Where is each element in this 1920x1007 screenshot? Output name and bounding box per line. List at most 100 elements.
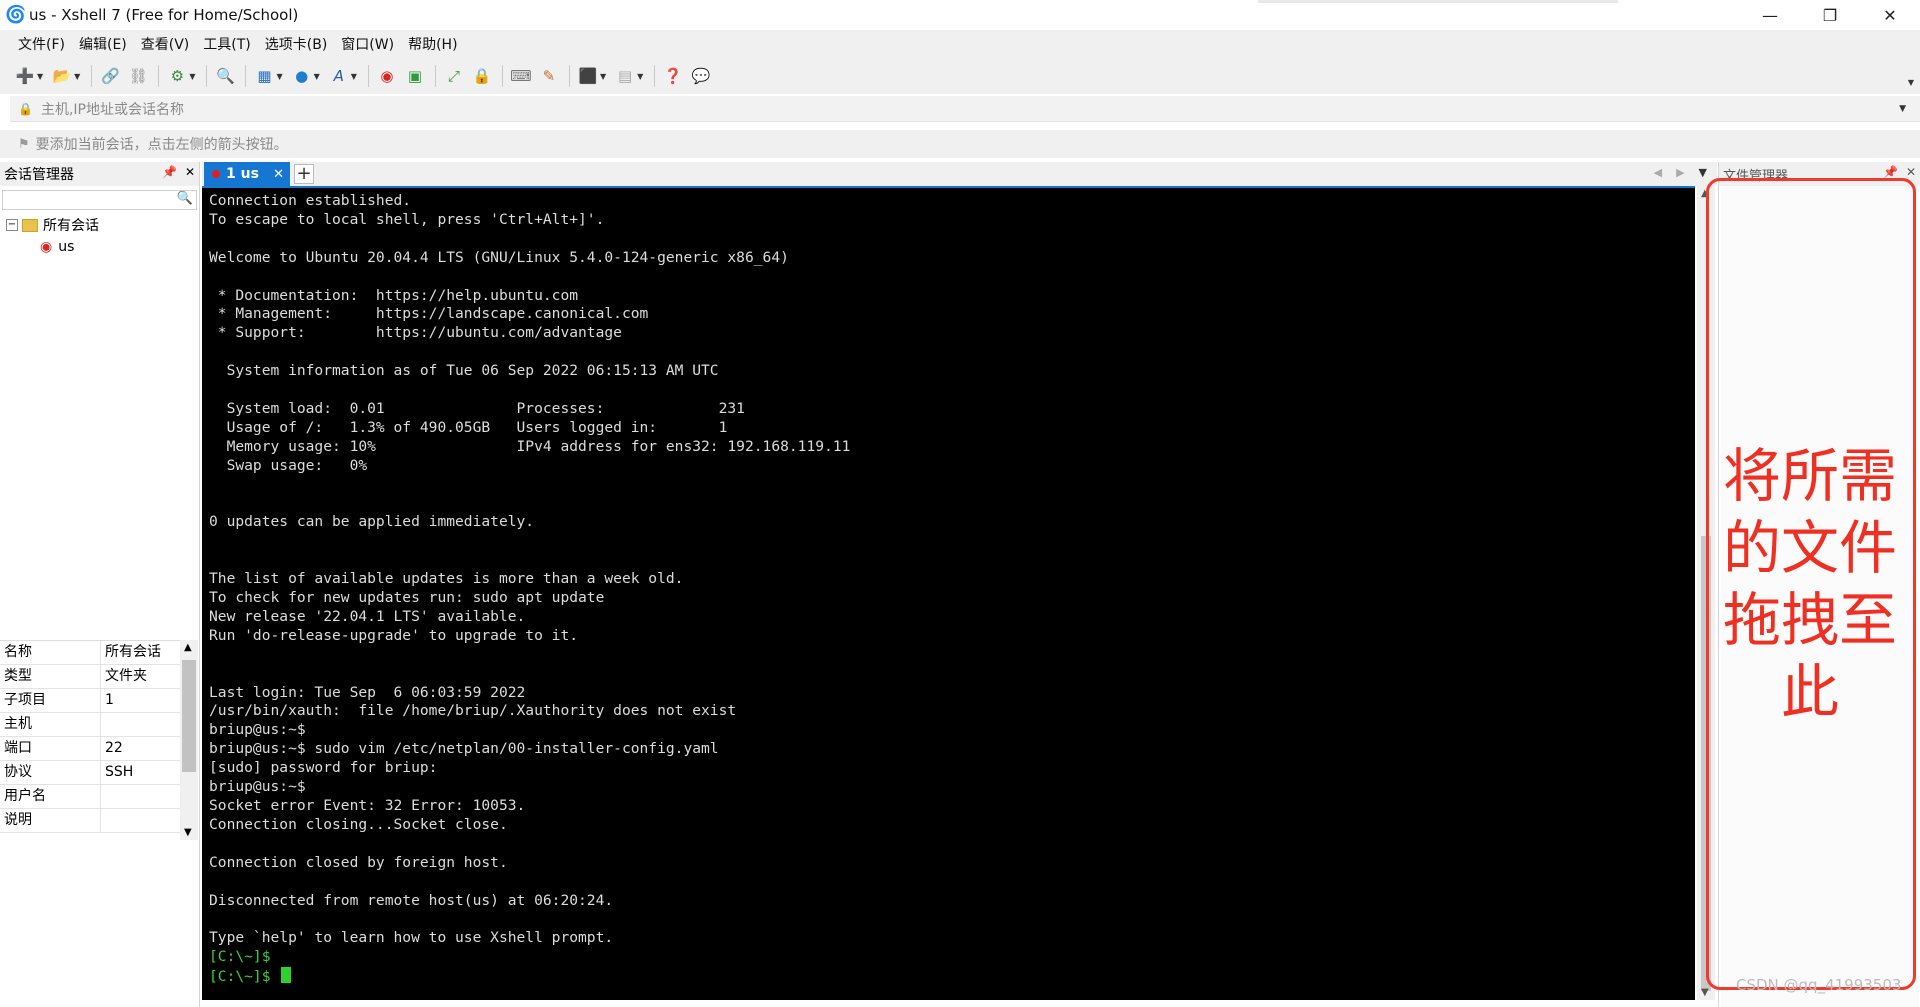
menu-edit[interactable]: 编辑(E) [79, 34, 127, 54]
menu-window[interactable]: 窗口(W) [341, 34, 394, 54]
session-search-input[interactable]: 🔍 [2, 190, 197, 210]
chevron-down-icon[interactable]: ▼ [637, 72, 643, 81]
highlight-icon[interactable]: ✎ [538, 65, 560, 87]
keyboard-icon[interactable]: ⌨ [510, 65, 532, 87]
terminal-line: * Documentation: https://help.ubuntu.com [209, 286, 579, 304]
window-controls: — ❐ ✕ [1740, 0, 1920, 30]
address-bar[interactable]: 🔒 主机,IP地址或会话名称 ▼ [10, 96, 1920, 122]
close-icon[interactable]: ✕ [185, 165, 195, 179]
terminal-line: System load: 0.01 Processes: 231 [209, 399, 745, 417]
pin-icon[interactable]: 📌 [162, 165, 177, 179]
property-key: 协议 [0, 761, 101, 784]
chevron-down-icon[interactable]: ▼ [351, 72, 357, 81]
xshell-app-icon[interactable]: 🌀 [5, 6, 26, 24]
search-icon[interactable]: 🔍 [177, 191, 193, 206]
properties-scrollbar[interactable]: ▲ ▼ [180, 640, 198, 840]
chevron-down-icon[interactable]: ▼ [189, 72, 195, 81]
terminal-prompt-line: [C:\~]$ [209, 967, 1695, 987]
chevron-down-icon[interactable]: ▼ [276, 72, 282, 81]
fullscreen-icon[interactable]: ⤢ [443, 65, 465, 87]
chevron-down-icon[interactable]: ▼ [1699, 166, 1707, 179]
xftp-icon[interactable]: ▣ [404, 65, 426, 87]
toolbar-separator [367, 65, 369, 87]
menu-help[interactable]: 帮助(H) [408, 34, 457, 54]
scroll-up-icon[interactable]: ▲ [184, 642, 192, 653]
close-icon[interactable]: ✕ [1860, 0, 1920, 30]
terminal-line: Connection closing...Socket close. [209, 815, 508, 833]
new-session-icon[interactable]: ➕ [14, 65, 36, 87]
close-icon[interactable]: ✕ [1906, 165, 1916, 179]
tree-item-all-sessions[interactable]: − 所有会话 [6, 214, 199, 236]
layout-icon[interactable]: ▤ [614, 65, 636, 87]
chat-icon[interactable]: 💬 [690, 65, 712, 87]
lock-icon[interactable]: 🔒 [471, 65, 493, 87]
chevron-down-icon[interactable]: ▼ [37, 72, 43, 81]
restore-icon[interactable]: ❐ [1800, 0, 1860, 30]
chevron-down-icon[interactable]: ▼ [1899, 104, 1906, 114]
find-icon[interactable]: 🔍 [214, 65, 236, 87]
add-icon[interactable]: ⬛ [577, 65, 599, 87]
chevron-down-icon[interactable]: ▼ [314, 72, 320, 81]
chevron-right-icon[interactable]: ▶ [1676, 166, 1684, 179]
bookmark-icon[interactable]: ⚑ [18, 137, 30, 152]
property-row[interactable]: 名称 所有会话 [0, 641, 198, 665]
terminal-line: To escape to local shell, press 'Ctrl+Al… [209, 210, 605, 228]
chevron-down-icon[interactable]: ▼ [600, 72, 606, 81]
terminal-line: [sudo] password for briup: [209, 759, 438, 777]
terminal[interactable]: Connection established. To escape to loca… [202, 186, 1695, 1000]
terminal-line: New release '22.04.1 LTS' available. [209, 607, 526, 625]
property-row[interactable]: 用户名 [0, 785, 198, 809]
tab-bar: 1 us ✕ + ◀ ▶ ▼ [202, 162, 1717, 186]
properties-icon[interactable]: ⚙ [166, 65, 188, 87]
property-row[interactable]: 协议 SSH [0, 761, 198, 785]
terminal-line: Welcome to Ubuntu 20.04.4 LTS (GNU/Linux… [209, 248, 789, 266]
toolbar-overflow-icon[interactable]: ▼ [1908, 78, 1914, 87]
lock-icon: 🔒 [18, 101, 33, 116]
globe-icon[interactable]: ● [291, 65, 313, 87]
menu-tools[interactable]: 工具(T) [203, 34, 250, 54]
terminal-line: Usage of /: 1.3% of 490.05GB Users logge… [209, 418, 728, 436]
link-icon[interactable]: 🔗 [99, 65, 121, 87]
xshell-icon[interactable]: ◉ [376, 65, 398, 87]
toolbar-separator [434, 65, 436, 87]
property-row[interactable]: 说明 [0, 809, 198, 833]
terminal-line: Swap usage: 0% [209, 456, 368, 474]
scroll-down-icon[interactable]: ▼ [184, 827, 192, 838]
pin-icon[interactable]: 📌 [1883, 165, 1898, 179]
close-icon[interactable]: ✕ [273, 167, 284, 182]
scroll-down-icon[interactable]: ▼ [1701, 987, 1709, 998]
help-icon[interactable]: ❓ [662, 65, 684, 87]
toolbar-separator [245, 65, 247, 87]
property-row[interactable]: 类型 文件夹 [0, 665, 198, 689]
property-row[interactable]: 子项目 1 [0, 689, 198, 713]
minimize-icon[interactable]: — [1740, 0, 1800, 30]
collapse-icon[interactable]: − [6, 219, 18, 231]
tree-item-us[interactable]: ◉ us [6, 236, 199, 258]
tab-us[interactable]: 1 us ✕ [204, 162, 290, 186]
add-tab-button[interactable]: + [294, 164, 314, 184]
chevron-left-icon[interactable]: ◀ [1654, 166, 1662, 179]
property-row[interactable]: 端口 22 [0, 737, 198, 761]
sftp-icon[interactable]: ▦ [253, 65, 275, 87]
properties-grid: 名称 所有会话 类型 文件夹 子项目 1 主机 端口 22 协议 SSH 用户名 说明 [0, 640, 198, 833]
terminal-line: Type `help' to learn how to use Xshell p… [209, 929, 614, 947]
terminal-line: 0 updates can be applied immediately. [209, 513, 535, 531]
font-icon[interactable]: A [328, 65, 350, 87]
terminal-cursor [281, 967, 292, 984]
address-input[interactable]: 主机,IP地址或会话名称 [41, 99, 184, 119]
chevron-down-icon[interactable]: ▼ [74, 72, 80, 81]
tree-item-label: us [58, 239, 75, 255]
terminal-line: Disconnected from remote host(us) at 06:… [209, 891, 614, 909]
menu-view[interactable]: 查看(V) [141, 34, 190, 54]
open-folder-icon[interactable]: 📂 [51, 65, 73, 87]
toolbar-separator [501, 65, 503, 87]
unlink-icon[interactable]: ⛓ [127, 65, 149, 87]
menu-file[interactable]: 文件(F) [18, 34, 65, 54]
menu-tabs[interactable]: 选项卡(B) [265, 34, 328, 54]
scroll-thumb[interactable] [182, 660, 196, 772]
property-row[interactable]: 主机 [0, 713, 198, 737]
toolbar-separator [91, 65, 93, 87]
